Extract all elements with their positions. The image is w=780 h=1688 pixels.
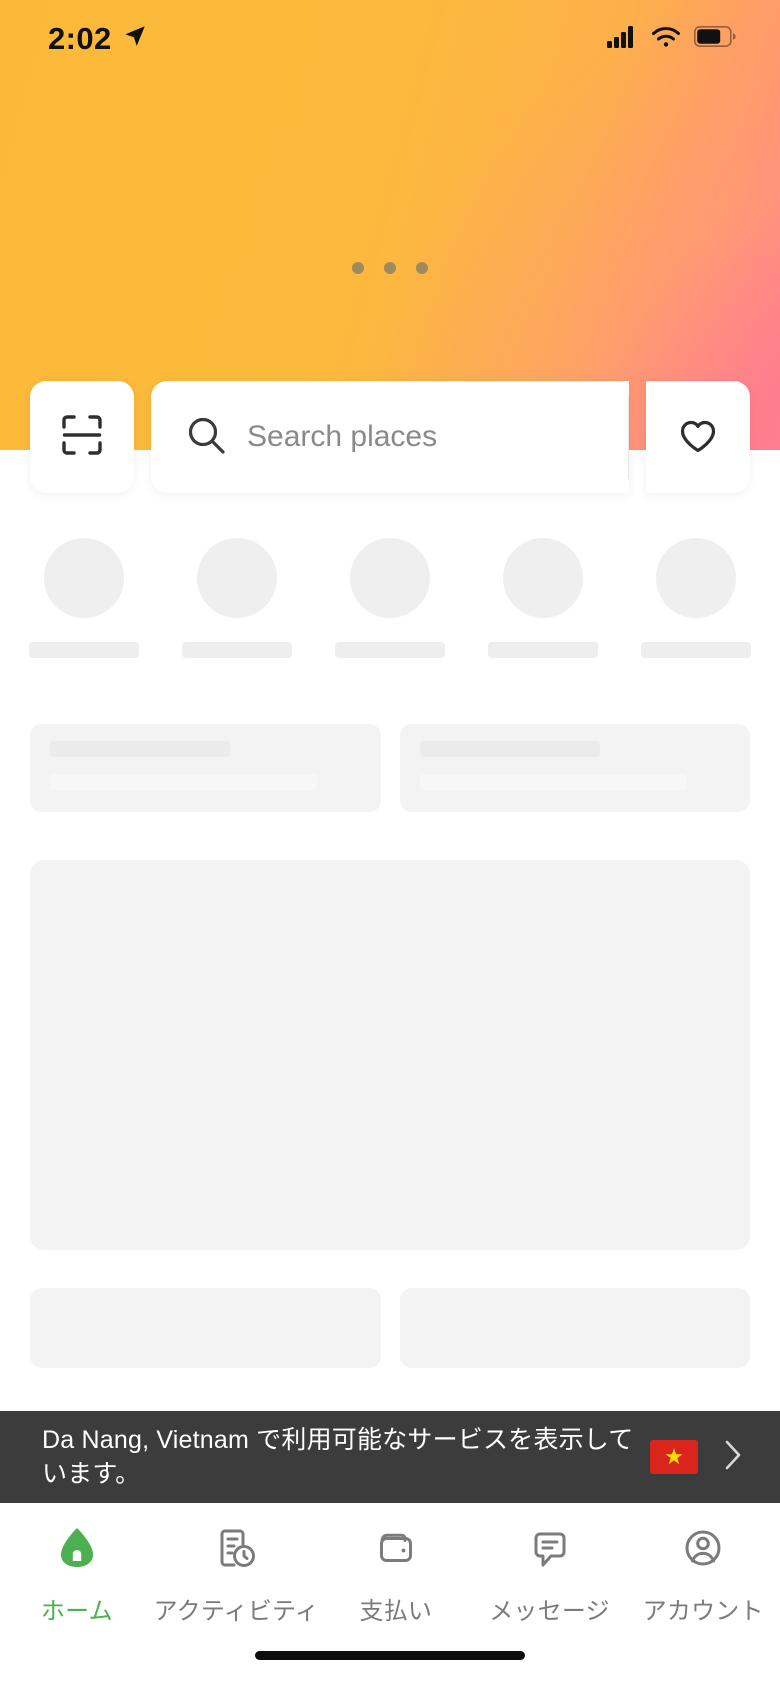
quick-action-skeleton (29, 538, 139, 658)
status-bar: 2:02 (0, 0, 780, 78)
home-indicator (255, 1651, 525, 1660)
hero-card-skeleton (30, 860, 750, 1250)
location-service-banner[interactable]: Da Nang, Vietnam で利用可能なサービスを表示しています。 ★ (0, 1411, 780, 1503)
wifi-icon (651, 26, 681, 53)
tab-label-payment: 支払い (359, 1598, 433, 1625)
favorites-button[interactable] (646, 381, 750, 493)
search-input-placeholder: Search places (247, 420, 438, 453)
card-skeleton (399, 1288, 750, 1368)
card-skeleton (30, 724, 381, 812)
quick-actions-skeleton-row (0, 493, 780, 658)
cellular-bars-icon (607, 25, 638, 53)
skeleton-line (50, 774, 318, 790)
tab-label-messages: メッセージ (489, 1598, 610, 1625)
quick-action-skeleton (488, 538, 598, 658)
skeleton-circle (44, 538, 124, 618)
skeleton-label (641, 642, 751, 658)
search-input-container[interactable]: Search places (151, 381, 629, 493)
tab-activity[interactable]: アクティビティ (154, 1523, 319, 1626)
skeleton-label (29, 642, 139, 658)
status-bar-left: 2:02 (48, 21, 148, 57)
vietnam-flag-icon[interactable]: ★ (650, 1440, 698, 1474)
account-icon (678, 1523, 728, 1578)
loading-dot (384, 262, 396, 274)
scan-qr-icon (58, 411, 106, 464)
tab-account[interactable]: アカウント (626, 1523, 780, 1626)
tab-label-home: ホーム (40, 1598, 113, 1625)
skeleton-label (182, 642, 292, 658)
skeleton-line (50, 741, 231, 757)
flag-star-icon: ★ (664, 1444, 684, 1469)
quick-action-skeleton (182, 538, 292, 658)
status-bar-time: 2:02 (48, 21, 112, 56)
loading-dot (352, 262, 364, 274)
magnifier-icon (185, 414, 227, 461)
quick-action-skeleton (335, 538, 445, 658)
bottom-cards-skeleton-row (0, 1250, 780, 1368)
content-skeleton (0, 493, 780, 1368)
hero-loading-dots (0, 262, 780, 274)
activity-icon (211, 1523, 261, 1578)
skeleton-circle (197, 538, 277, 618)
skeleton-circle (350, 538, 430, 618)
card-skeleton (30, 1288, 381, 1368)
home-icon (52, 1523, 102, 1578)
quick-action-skeleton (641, 538, 751, 658)
heart-outline-icon (675, 412, 721, 463)
bottom-tab-bar: ホーム アクティビティ 支払い メッセージ アカウント (0, 1503, 780, 1636)
tab-payment[interactable]: 支払い (319, 1523, 473, 1626)
skeleton-circle (656, 538, 736, 618)
chevron-right-icon[interactable] (714, 1439, 756, 1476)
location-banner-text: Da Nang, Vietnam で利用可能なサービスを表示しています。 (42, 1425, 634, 1489)
tab-messages[interactable]: メッセージ (473, 1523, 627, 1626)
location-arrow-icon (122, 21, 148, 57)
skeleton-label (335, 642, 445, 658)
scan-button[interactable] (30, 381, 134, 493)
tab-home[interactable]: ホーム (0, 1523, 154, 1626)
skeleton-line (419, 741, 600, 757)
card-skeleton (399, 724, 750, 812)
message-icon (525, 1523, 575, 1578)
search-bar-row: Search places (30, 381, 750, 493)
skeleton-line (419, 774, 687, 790)
skeleton-label (488, 642, 598, 658)
battery-icon (694, 26, 736, 52)
status-bar-right (607, 25, 736, 53)
wallet-icon (371, 1523, 421, 1578)
tab-label-account: アカウント (642, 1598, 764, 1625)
skeleton-circle (503, 538, 583, 618)
promo-cards-skeleton-row (0, 658, 780, 812)
tab-label-activity: アクティビティ (153, 1598, 319, 1625)
loading-dot (416, 262, 428, 274)
